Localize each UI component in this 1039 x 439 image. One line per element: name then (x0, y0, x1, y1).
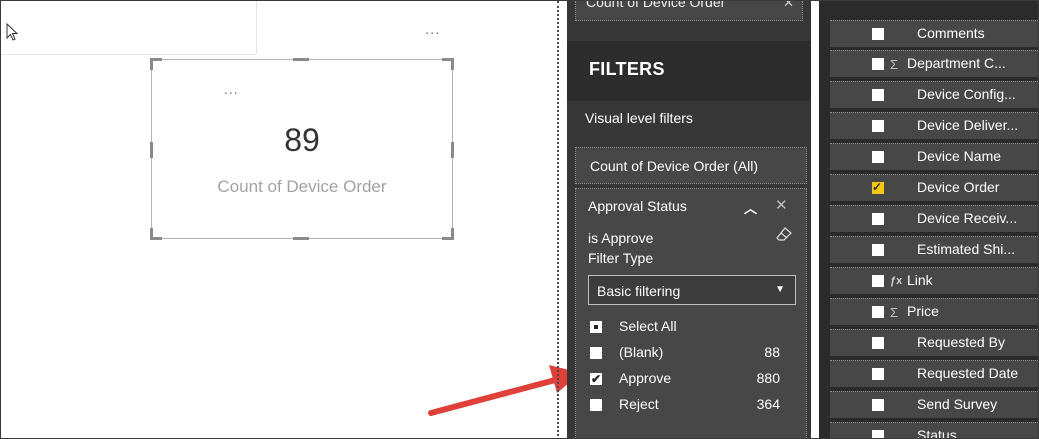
filter-option-reject[interactable]: Reject 364 (590, 395, 780, 417)
more-options-icon[interactable]: ... (224, 82, 239, 96)
option-count: 88 (764, 344, 780, 360)
checkbox[interactable] (872, 306, 884, 318)
field-name: Requested By (917, 334, 1005, 350)
checkbox[interactable] (872, 275, 884, 287)
close-icon[interactable]: ✕ (775, 196, 788, 214)
visual-level-filters-label: Visual level filters (585, 110, 693, 126)
field-name: Comments (917, 25, 985, 41)
filter-card-title: Approval Status (588, 198, 687, 214)
field-name: Status (917, 427, 957, 439)
canvas-gridline (1, 54, 256, 55)
filters-title: FILTERS (589, 59, 665, 79)
checkbox[interactable] (872, 28, 884, 40)
field-item[interactable]: Device Receiv... (830, 205, 1038, 232)
resize-handle[interactable] (451, 58, 454, 70)
powerbi-window: ... ... 89 Count of Device Order Count o… (0, 0, 1039, 439)
field-name: Device Deliver... (917, 117, 1019, 133)
field-name: Price (907, 303, 939, 319)
filter-option-approve[interactable]: ✔ Approve 880 (590, 369, 780, 391)
resize-handle[interactable] (293, 58, 309, 61)
resize-handle[interactable] (451, 228, 454, 240)
field-item[interactable]: Device Order (830, 174, 1038, 201)
canvas-gridline (256, 1, 257, 54)
checkbox[interactable] (872, 58, 884, 70)
fields-pane: Comments Σ Department C... Device Config… (819, 1, 1038, 439)
resize-handle[interactable] (150, 228, 153, 240)
field-name: Department C... (907, 55, 1006, 71)
field-item[interactable]: Device Config... (830, 81, 1038, 108)
sigma-icon: Σ (890, 305, 899, 320)
option-label: Reject (619, 396, 659, 412)
value-field-well[interactable]: Count of Device Order ✕ (575, 1, 803, 21)
checkbox[interactable] (872, 399, 884, 411)
field-item[interactable]: Σ Department C... (830, 50, 1038, 77)
option-label: Select All (619, 318, 677, 334)
more-options-icon[interactable]: ... (425, 22, 441, 37)
checkbox-checked[interactable] (872, 180, 884, 194)
close-icon[interactable]: ✕ (783, 1, 794, 11)
chevron-up-icon[interactable]: ︿ (744, 198, 757, 217)
field-name: Send Survey (917, 396, 998, 412)
checkbox[interactable] (872, 337, 884, 349)
card-label: Count of Device Order (217, 177, 387, 196)
option-label: (Blank) (619, 344, 664, 360)
card-visual[interactable]: ... 89 Count of Device Order (150, 58, 454, 240)
calculated-column-icon: ƒx (890, 275, 903, 287)
checkbox-checked[interactable]: ✔ (590, 373, 602, 385)
sigma-icon: Σ (890, 57, 899, 72)
dropdown-arrow-icon: ▼ (775, 284, 785, 295)
field-item[interactable]: Device Name (830, 143, 1038, 170)
filter-type-value: Basic filtering (597, 283, 681, 299)
resize-handle[interactable] (150, 58, 153, 70)
field-item[interactable]: Device Deliver... (830, 112, 1038, 139)
card-value: 89 (284, 122, 320, 158)
field-item[interactable]: Estimated Shi... (830, 236, 1038, 263)
field-item[interactable]: Σ Price (830, 298, 1038, 325)
field-item[interactable]: Status (830, 422, 1038, 439)
resize-handle[interactable] (293, 237, 309, 240)
checkbox[interactable] (872, 89, 884, 101)
filter-card-count[interactable]: Count of Device Order (All) (575, 147, 807, 184)
field-name: Device Order (917, 179, 1000, 195)
field-name: Device Config... (917, 86, 1016, 102)
field-name: Device Receiv... (917, 210, 1018, 226)
field-well-label: Count of Device Order (586, 0, 726, 10)
filters-pane: Count of Device Order ✕ FILTERS Visual l… (567, 1, 811, 438)
field-name: Requested Date (917, 365, 1019, 381)
annotation-arrow (428, 365, 581, 416)
filters-header: FILTERS (567, 41, 811, 101)
field-name: Estimated Shi... (917, 241, 1016, 257)
option-count: 364 (756, 396, 780, 412)
filter-card-count-label: Count of Device Order (All) (590, 158, 759, 174)
field-item[interactable]: Send Survey (830, 391, 1038, 418)
checkbox[interactable] (872, 368, 884, 380)
option-count: 880 (756, 370, 780, 386)
pane-divider (557, 1, 559, 438)
checkbox-partial[interactable] (590, 321, 602, 333)
checkbox[interactable] (872, 120, 884, 132)
checkbox[interactable] (590, 347, 602, 359)
filter-card-approval-status[interactable]: Approval Status ︿ ✕ is Approve Filter Ty… (575, 188, 807, 438)
field-name: Device Name (917, 148, 1002, 164)
field-name: Link (907, 272, 933, 288)
checkbox[interactable] (872, 151, 884, 163)
field-item[interactable]: Requested By (830, 329, 1038, 356)
checkbox[interactable] (590, 399, 602, 411)
eraser-icon[interactable] (776, 227, 792, 241)
filter-option-blank[interactable]: (Blank) 88 (590, 343, 780, 365)
filter-type-dropdown[interactable]: Basic filtering ▼ (588, 275, 796, 305)
filter-type-label: Filter Type (588, 250, 654, 266)
filter-option-select-all[interactable]: Select All (590, 317, 780, 339)
cursor-icon (6, 23, 19, 41)
option-label: Approve (619, 370, 672, 386)
checkbox[interactable] (872, 244, 884, 256)
field-item[interactable]: ƒx Link (830, 267, 1038, 294)
field-item[interactable]: Comments (830, 20, 1038, 47)
field-item[interactable]: Requested Date (830, 360, 1038, 387)
checkbox[interactable] (872, 213, 884, 225)
filter-condition: is Approve (588, 230, 654, 246)
checkbox[interactable] (872, 430, 884, 438)
